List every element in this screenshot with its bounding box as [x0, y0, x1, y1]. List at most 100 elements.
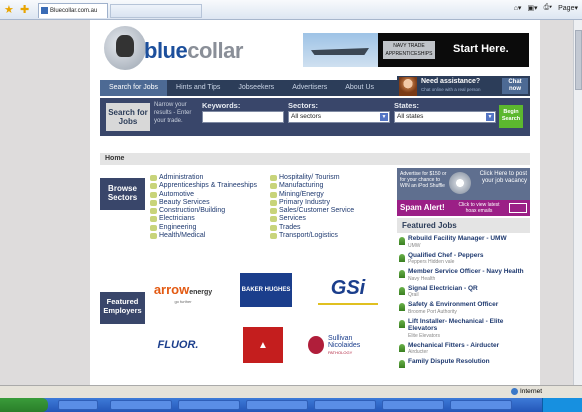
bluecollar-logo[interactable]: bluecollar — [104, 26, 284, 76]
lgh-logo[interactable]: ▲ — [243, 327, 283, 363]
fluor-logo[interactable]: FLUOR. — [148, 335, 208, 355]
assist-title: Need assistance? — [421, 78, 481, 85]
post-job-link[interactable]: Click Here to post your job vacancy — [477, 171, 527, 185]
search-title: Search for Jobs — [106, 103, 150, 131]
scrollbar-thumb[interactable] — [575, 30, 582, 90]
job-item[interactable]: Family Dispute Resolution — [397, 358, 530, 368]
arrow-logo-text: arrow — [153, 281, 190, 297]
taskbar-window-button[interactable] — [110, 400, 172, 410]
logo-wordmark: bluecollar — [144, 38, 243, 64]
sector-link[interactable]: Manufacturing — [270, 182, 390, 190]
new-tab-button[interactable] — [110, 4, 202, 18]
sector-link[interactable]: Administration — [150, 174, 270, 182]
page-menu[interactable]: Page▾ — [558, 4, 578, 12]
job-title[interactable]: Member Service Officer - Navy Health — [408, 268, 530, 276]
nav-search-for-jobs[interactable]: Search for Jobs — [100, 80, 168, 96]
featured-jobs-heading: Featured Jobs — [397, 218, 530, 233]
gsi-logo[interactable]: GSi — [318, 273, 378, 305]
assistant-avatar — [399, 77, 417, 96]
job-title[interactable]: Mechanical Fitters - Airducter — [408, 342, 530, 350]
chevron-down-icon: ▼ — [380, 113, 388, 121]
featured-employers-heading: Featured Employers — [100, 292, 145, 324]
browser-tab-bar: ★ ✚ Bluecollar.com.au ⌂▾ ▣▾ ⎙▾ Page▾ — [0, 0, 582, 20]
sector-link[interactable]: Apprenticeships & Traineeships — [150, 182, 270, 190]
ipod-image — [449, 172, 471, 194]
sector-label: Mining/Energy — [279, 190, 324, 198]
baker-hughes-logo[interactable]: BAKER HUGHES — [240, 273, 292, 307]
sector-link[interactable]: Sales/Customer Service — [270, 207, 390, 215]
job-item[interactable]: Lift Installer- Mechanical - Elite Eleva… — [397, 318, 530, 339]
add-favorites-icon[interactable]: ✚ — [20, 4, 32, 16]
arrow-energy-logo[interactable]: arrowenergy go further — [148, 277, 218, 309]
states-select-value: All states — [397, 113, 424, 120]
sullivan-nicolaides-logo[interactable]: Sullivan Nicolaides PATHOLOGY — [308, 331, 380, 359]
job-item[interactable]: Qualified Chef - Peppers Peppers Hidden v… — [397, 252, 530, 265]
sectors-select[interactable]: All sectors ▼ — [288, 111, 390, 123]
sector-link[interactable]: Hospitality/ Tourism — [270, 174, 390, 182]
sector-link[interactable]: Trades — [270, 224, 390, 232]
start-button[interactable] — [0, 398, 48, 412]
taskbar-window-button[interactable] — [246, 400, 308, 410]
favorites-star-icon[interactable]: ★ — [4, 4, 16, 16]
sector-link[interactable]: Engineering — [150, 224, 270, 232]
sector-icon — [150, 183, 157, 190]
job-company: Peppers Hidden vale — [408, 259, 455, 265]
browser-tab[interactable]: Bluecollar.com.au — [38, 3, 108, 18]
sector-link[interactable]: Mining/Energy — [270, 191, 390, 199]
employer-logos: arrowenergy go further BAKER HUGHES GSi … — [148, 265, 388, 375]
sector-icon — [150, 199, 157, 206]
nav-hints-and-tips[interactable]: Hints and Tips — [167, 80, 229, 96]
nav-advertisers[interactable]: Advertisers — [283, 80, 336, 96]
sector-link[interactable]: Automotive — [150, 191, 270, 199]
job-item[interactable]: Rebuild Facility Manager - UMW UMW — [397, 235, 530, 249]
chat-now-button[interactable]: Chat now — [502, 78, 528, 94]
job-title[interactable]: Qualified Chef - Peppers — [408, 252, 530, 260]
nav-jobseekers[interactable]: Jobseekers — [229, 80, 283, 96]
sector-link[interactable]: Primary Industry — [270, 199, 390, 207]
job-item[interactable]: Safety & Environment Officer Broome Port … — [397, 301, 530, 315]
sector-link[interactable]: Construction/Building — [150, 207, 270, 215]
begin-search-button[interactable]: Begin Search — [499, 105, 523, 128]
sector-link[interactable]: Health/Medical — [150, 232, 270, 240]
sector-link[interactable]: Beauty Services — [150, 199, 270, 207]
sullivan-logo-text: Sullivan Nicolaides — [327, 334, 361, 349]
chevron-down-icon: ▼ — [486, 113, 494, 121]
envelope-icon — [509, 203, 527, 213]
job-item[interactable]: Member Service Officer - Navy Health Navy… — [397, 268, 530, 282]
states-label: States: — [394, 101, 420, 110]
job-item[interactable]: Signal Electrician - QR Qrail — [397, 285, 530, 298]
sector-link[interactable]: Services — [270, 215, 390, 223]
logo-text-gray: collar — [187, 38, 243, 63]
keywords-input[interactable] — [202, 111, 284, 123]
taskbar-window-button[interactable] — [314, 400, 376, 410]
ipod-ad-banner[interactable]: Advertise for $150 or for your chance to… — [397, 168, 530, 200]
states-select[interactable]: All states ▼ — [394, 111, 496, 123]
job-title[interactable]: Family Dispute Resolution — [408, 358, 530, 366]
globe-icon — [510, 387, 518, 395]
job-title[interactable]: Signal Electrician - QR — [408, 285, 530, 293]
job-title[interactable]: Safety & Environment Officer — [408, 301, 530, 309]
sector-link[interactable]: Transport/Logistics — [270, 232, 390, 240]
spam-alert-banner[interactable]: Spam Alert! Click to view latest hoax em… — [397, 200, 530, 216]
taskbar-quicklaunch[interactable] — [58, 400, 98, 410]
sector-icon — [270, 175, 277, 181]
job-pin-icon — [399, 360, 405, 368]
print-icon[interactable]: ⎙▾ — [544, 4, 553, 12]
taskbar-window-button[interactable] — [382, 400, 444, 410]
job-title[interactable]: Lift Installer- Mechanical - Elite Eleva… — [408, 318, 530, 333]
logo-mark-icon — [104, 26, 146, 70]
taskbar-window-button[interactable] — [450, 400, 512, 410]
job-title[interactable]: Rebuild Facility Manager - UMW — [408, 235, 530, 243]
assist-panel[interactable]: Need assistance? Chat online with a real… — [397, 76, 530, 96]
sector-label: Engineering — [159, 223, 197, 231]
navy-banner-ad[interactable]: NAVY TRADE APPRENTICESHIPS Start Here. — [303, 33, 529, 67]
vertical-scrollbar[interactable] — [573, 20, 582, 385]
taskbar-window-button[interactable] — [178, 400, 240, 410]
job-company: Qrail — [408, 292, 419, 298]
feeds-icon[interactable]: ▣▾ — [527, 4, 537, 12]
home-icon[interactable]: ⌂▾ — [514, 4, 522, 12]
nav-about-us[interactable]: About Us — [336, 80, 383, 96]
breadcrumb[interactable]: Home — [100, 153, 530, 165]
sector-link[interactable]: Electricians — [150, 215, 270, 223]
job-item[interactable]: Mechanical Fitters - Airducter Airducter — [397, 342, 530, 355]
